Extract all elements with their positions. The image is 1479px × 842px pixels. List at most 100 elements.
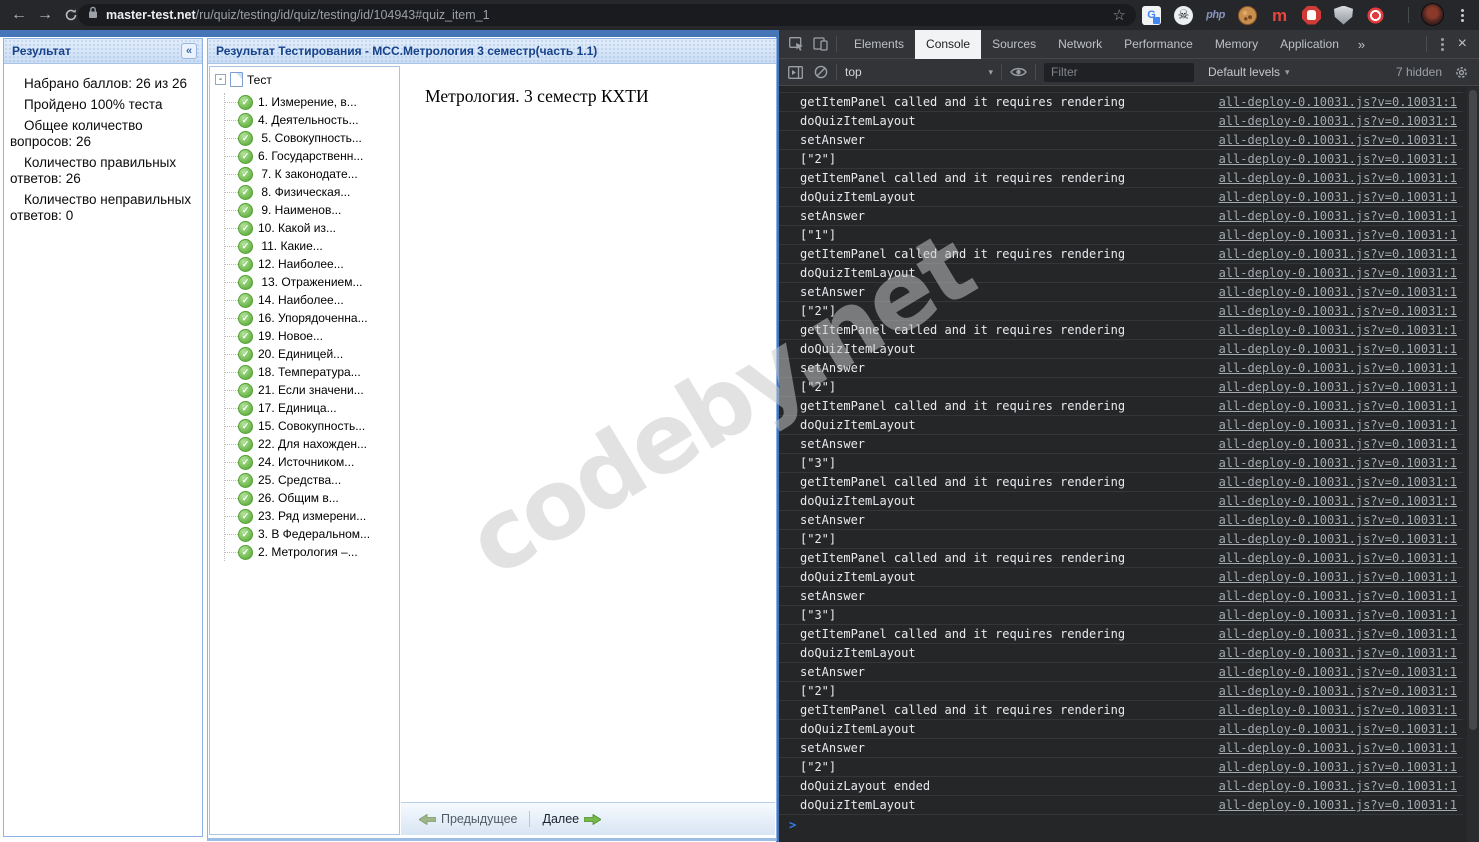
console-row[interactable]: setAnswer all-deploy-0.10031.js?v=0.1003… (779, 207, 1463, 226)
console-source-link[interactable]: all-deploy-0.10031.js?v=0.10031:1 (1219, 285, 1457, 299)
tree-item[interactable]: ✓ 16. Упорядоченна... (225, 309, 399, 327)
extension-icon[interactable]: m (1270, 6, 1289, 25)
console-row[interactable]: doQuizItemLayout all-deploy-0.10031.js?v… (779, 112, 1463, 131)
console-sidebar-icon[interactable] (788, 65, 803, 79)
tree-item[interactable]: ✓ 12. Наиболее... (225, 255, 399, 273)
console-row[interactable]: getItemPanel called and it requires rend… (779, 701, 1463, 720)
console-row[interactable]: setAnswer all-deploy-0.10031.js?v=0.1003… (779, 283, 1463, 302)
tree-item[interactable]: ✓ 17. Единица... (225, 399, 399, 417)
console-row[interactable]: doQuizItemLayout all-deploy-0.10031.js?v… (779, 644, 1463, 663)
devtools-tab[interactable]: Console (915, 29, 982, 59)
extension-icon[interactable] (1334, 5, 1353, 25)
console-source-link[interactable]: all-deploy-0.10031.js?v=0.10031:1 (1219, 456, 1457, 470)
console-source-link[interactable]: all-deploy-0.10031.js?v=0.10031:1 (1219, 190, 1457, 204)
tree-item[interactable]: ✓ 8. Физическая... (225, 183, 399, 201)
console-row[interactable]: getItemPanel called and it requires rend… (779, 245, 1463, 264)
console-row[interactable]: ["2"] all-deploy-0.10031.js?v=0.10031:1 (779, 302, 1463, 321)
console-row[interactable]: getItemPanel called and it requires rend… (779, 321, 1463, 340)
console-source-link[interactable]: all-deploy-0.10031.js?v=0.10031:1 (1219, 228, 1457, 242)
devtools-tab[interactable]: Performance (1113, 30, 1204, 59)
console-source-link[interactable]: all-deploy-0.10031.js?v=0.10031:1 (1219, 95, 1457, 109)
log-levels-dropdown[interactable]: Default levels ▾ (1208, 65, 1290, 79)
console-source-link[interactable]: all-deploy-0.10031.js?v=0.10031:1 (1219, 418, 1457, 432)
console-scrollbar[interactable] (1467, 87, 1479, 842)
console-row[interactable]: getItemPanel called and it requires rend… (779, 625, 1463, 644)
console-row[interactable]: ["1"] all-deploy-0.10031.js?v=0.10031:1 (779, 226, 1463, 245)
devtools-tab[interactable]: Application (1269, 30, 1350, 59)
console-row[interactable]: setAnswer all-deploy-0.10031.js?v=0.1003… (779, 511, 1463, 530)
next-button[interactable]: Далее (534, 812, 609, 826)
collapse-panel-icon[interactable]: « (181, 43, 197, 59)
console-filter-input[interactable] (1044, 62, 1194, 82)
scrollbar-thumb[interactable] (1469, 90, 1477, 730)
devtools-tab[interactable]: Sources (981, 30, 1047, 59)
console-source-link[interactable]: all-deploy-0.10031.js?v=0.10031:1 (1219, 171, 1457, 185)
console-row[interactable]: ["2"] all-deploy-0.10031.js?v=0.10031:1 (779, 530, 1463, 549)
console-source-link[interactable]: all-deploy-0.10031.js?v=0.10031:1 (1219, 589, 1457, 603)
browser-menu-icon[interactable] (1453, 6, 1471, 24)
console-source-link[interactable]: all-deploy-0.10031.js?v=0.10031:1 (1219, 551, 1457, 565)
console-source-link[interactable]: all-deploy-0.10031.js?v=0.10031:1 (1219, 380, 1457, 394)
console-source-link[interactable]: all-deploy-0.10031.js?v=0.10031:1 (1219, 266, 1457, 280)
console-source-link[interactable]: all-deploy-0.10031.js?v=0.10031:1 (1219, 646, 1457, 660)
console-source-link[interactable]: all-deploy-0.10031.js?v=0.10031:1 (1219, 798, 1457, 812)
console-source-link[interactable]: all-deploy-0.10031.js?v=0.10031:1 (1219, 665, 1457, 679)
tree-item[interactable]: ✓ 9. Наименов... (225, 201, 399, 219)
console-row[interactable]: doQuizItemLayout all-deploy-0.10031.js?v… (779, 796, 1463, 815)
extension-icon[interactable] (1238, 5, 1257, 25)
more-tabs-icon[interactable]: » (1350, 37, 1373, 52)
tree-item[interactable]: ✓ 10. Какой из... (225, 219, 399, 237)
console-source-link[interactable]: all-deploy-0.10031.js?v=0.10031:1 (1219, 513, 1457, 527)
console-row[interactable]: ["3"] all-deploy-0.10031.js?v=0.10031:1 (779, 454, 1463, 473)
console-row[interactable]: getItemPanel called and it requires rend… (779, 549, 1463, 568)
tree-item[interactable]: ✓ 4. Деятельность... (225, 111, 399, 129)
console-settings-gear-icon[interactable] (1454, 65, 1469, 80)
console-row[interactable]: doQuizItemLayout all-deploy-0.10031.js?v… (779, 188, 1463, 207)
tree-root-node[interactable]: - Тест (215, 72, 399, 87)
console-row[interactable]: ["2"] all-deploy-0.10031.js?v=0.10031:1 (779, 682, 1463, 701)
tree-item[interactable]: ✓ 19. Новое... (225, 327, 399, 345)
console-source-link[interactable]: all-deploy-0.10031.js?v=0.10031:1 (1219, 323, 1457, 337)
live-expression-eye-icon[interactable] (1010, 66, 1027, 78)
profile-avatar[interactable] (1421, 3, 1444, 26)
console-source-link[interactable]: all-deploy-0.10031.js?v=0.10031:1 (1219, 133, 1457, 147)
tree-item[interactable]: ✓ 18. Температура... (225, 363, 399, 381)
console-source-link[interactable]: all-deploy-0.10031.js?v=0.10031:1 (1219, 437, 1457, 451)
console-source-link[interactable]: all-deploy-0.10031.js?v=0.10031:1 (1219, 361, 1457, 375)
tree-item[interactable]: ✓ 24. Источником... (225, 453, 399, 471)
console-row[interactable]: setAnswer all-deploy-0.10031.js?v=0.1003… (779, 435, 1463, 454)
inspect-element-icon[interactable] (789, 37, 804, 51)
extension-icon[interactable]: G (1142, 5, 1161, 25)
extension-icon[interactable]: php (1206, 6, 1225, 25)
collapse-node-icon[interactable]: - (215, 74, 226, 85)
console-row[interactable]: ["2"] all-deploy-0.10031.js?v=0.10031:1 (779, 378, 1463, 397)
console-row[interactable]: doQuizItemLayout all-deploy-0.10031.js?v… (779, 416, 1463, 435)
devtools-tab[interactable]: Memory (1204, 30, 1269, 59)
console-row[interactable]: ["2"] all-deploy-0.10031.js?v=0.10031:1 (779, 150, 1463, 169)
console-row[interactable]: getItemPanel called and it requires rend… (779, 93, 1463, 112)
console-source-link[interactable]: all-deploy-0.10031.js?v=0.10031:1 (1219, 570, 1457, 584)
tree-item[interactable]: ✓ 15. Совокупность... (225, 417, 399, 435)
tree-item[interactable]: ✓ 25. Средства... (225, 471, 399, 489)
console-source-link[interactable]: all-deploy-0.10031.js?v=0.10031:1 (1219, 608, 1457, 622)
close-devtools-icon[interactable]: × (1458, 36, 1467, 52)
console-source-link[interactable]: all-deploy-0.10031.js?v=0.10031:1 (1219, 779, 1457, 793)
console-source-link[interactable]: all-deploy-0.10031.js?v=0.10031:1 (1219, 399, 1457, 413)
console-source-link[interactable]: all-deploy-0.10031.js?v=0.10031:1 (1219, 532, 1457, 546)
tree-item[interactable]: ✓ 11. Какие... (225, 237, 399, 255)
console-row[interactable]: doQuizItemLayout all-deploy-0.10031.js?v… (779, 720, 1463, 739)
devtools-menu-icon[interactable] (1440, 42, 1444, 46)
console-row[interactable]: doQuizItemLayout all-deploy-0.10031.js?v… (779, 568, 1463, 587)
tree-item[interactable]: ✓ 20. Единицей... (225, 345, 399, 363)
console-row[interactable]: setAnswer all-deploy-0.10031.js?v=0.1003… (779, 739, 1463, 758)
devtools-tab[interactable]: Network (1047, 30, 1113, 59)
clear-console-icon[interactable] (814, 65, 828, 79)
console-row[interactable]: getItemPanel called and it requires rend… (779, 473, 1463, 492)
tree-item[interactable]: ✓ 13. Отражением... (225, 273, 399, 291)
console-source-link[interactable]: all-deploy-0.10031.js?v=0.10031:1 (1219, 304, 1457, 318)
console-source-link[interactable]: all-deploy-0.10031.js?v=0.10031:1 (1219, 152, 1457, 166)
tree-item[interactable]: ✓ 3. В Федеральном... (225, 525, 399, 543)
extension-icon[interactable] (1302, 5, 1321, 25)
bookmark-star-icon[interactable]: ☆ (1113, 6, 1126, 24)
console-source-link[interactable]: all-deploy-0.10031.js?v=0.10031:1 (1219, 247, 1457, 261)
